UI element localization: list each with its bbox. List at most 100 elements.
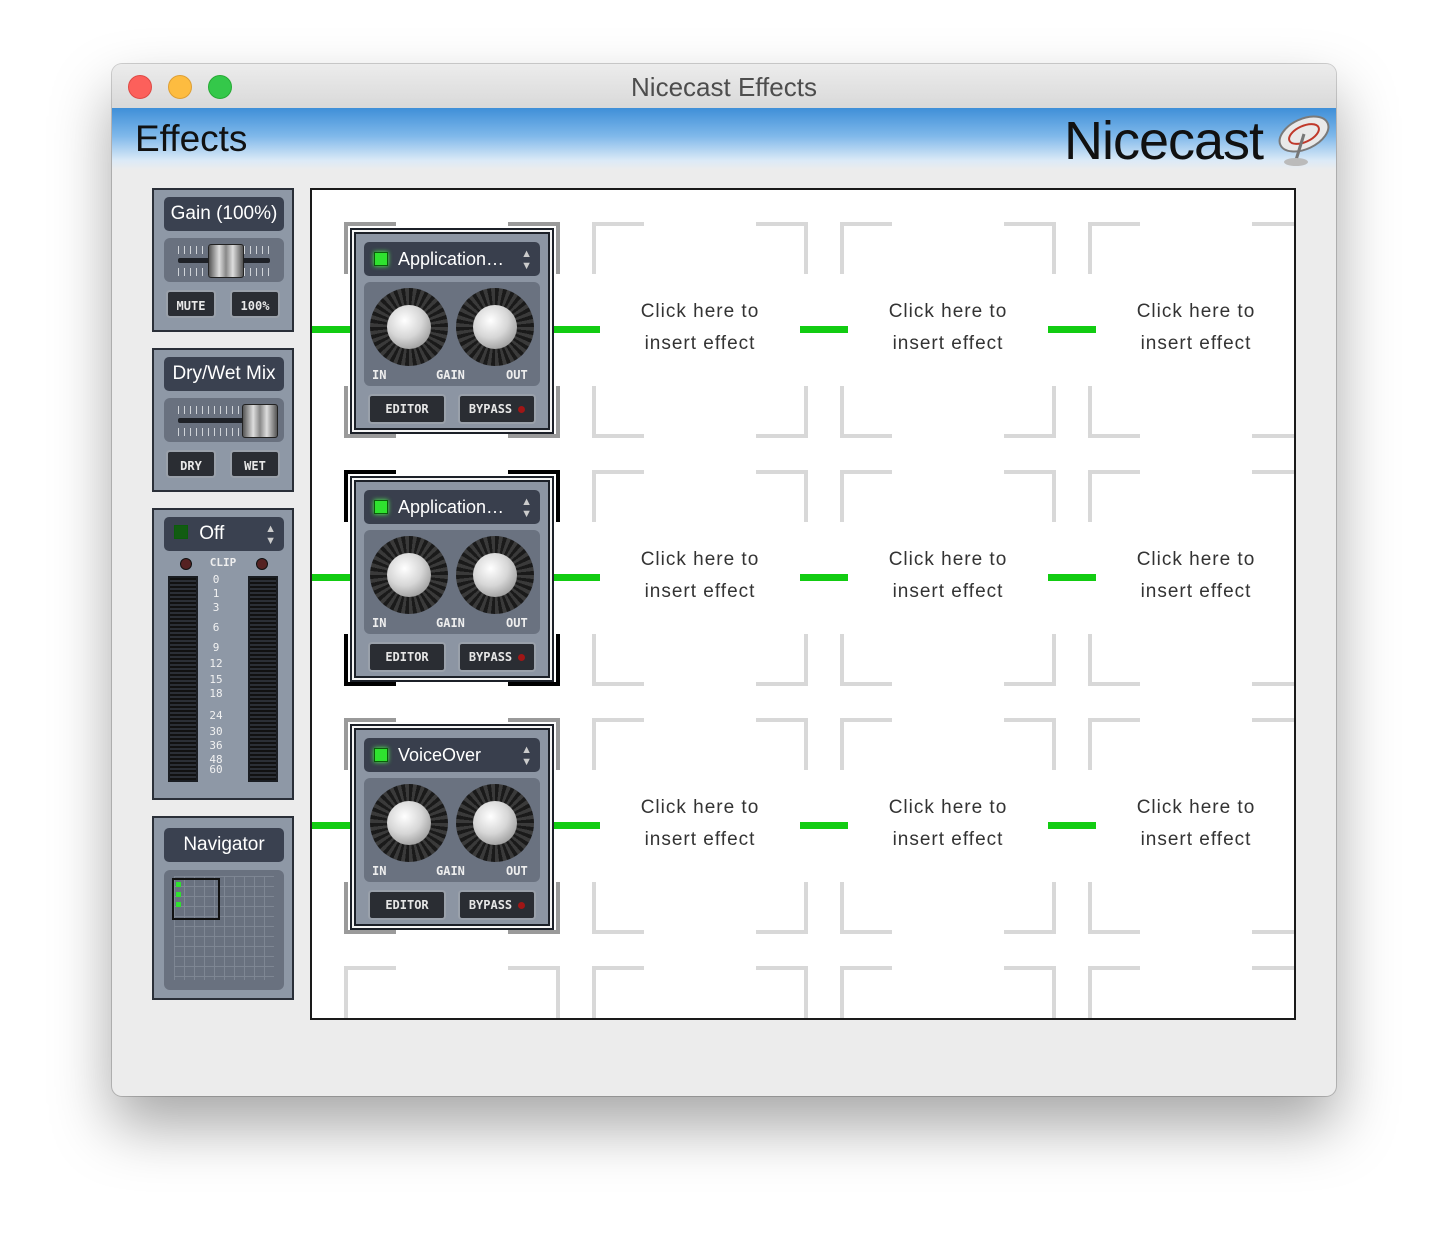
insert-effect-slot[interactable]: Click here to insert effect — [848, 544, 1048, 608]
meter-scale-label: 6 — [212, 621, 220, 634]
effect-name: Application… — [398, 249, 505, 269]
mix-slider-thumb[interactable] — [242, 404, 278, 438]
navigator-map[interactable] — [164, 870, 284, 990]
satellite-dish-icon — [1278, 115, 1330, 166]
output-gain-knob[interactable] — [456, 288, 534, 366]
slot-corner — [1252, 634, 1294, 686]
meter-scale-label: 30 — [209, 725, 223, 738]
select-arrows-icon: ▲ ▼ — [521, 496, 532, 520]
output-gain-knob[interactable] — [456, 536, 534, 614]
navigator-panel: Navigator — [152, 816, 294, 1000]
insert-effect-slot[interactable]: Click here to insert effect — [848, 792, 1048, 856]
insert-effect-slot[interactable]: Click here to insert effect — [848, 296, 1048, 360]
slot-corner — [592, 386, 644, 438]
slot-corner — [508, 966, 560, 1018]
effect-name: VoiceOver — [398, 745, 482, 765]
slot-corner — [840, 718, 892, 770]
title-bar[interactable]: Nicecast Effects — [112, 64, 1336, 109]
gain-label: GAIN — [436, 864, 465, 878]
bypass-label: BYPASS — [468, 898, 513, 912]
brand-logo-text: Nicecast — [1064, 111, 1264, 171]
effect-select[interactable]: Application… ▲ ▼ — [364, 242, 540, 276]
slot-corner — [592, 882, 644, 934]
bypass-led-icon — [518, 654, 526, 661]
input-gain-knob[interactable] — [370, 288, 448, 366]
effect-select[interactable]: Application… ▲ ▼ — [364, 490, 540, 524]
output-gain-knob[interactable] — [456, 784, 534, 862]
knob-cap — [387, 801, 431, 845]
insert-effect-slot[interactable]: Click here to insert effect — [600, 296, 800, 360]
editor-button[interactable]: EDITOR — [368, 642, 446, 672]
slot-corner — [840, 634, 892, 686]
bypass-led-icon — [518, 902, 526, 909]
effect-module: VoiceOver ▲ ▼ IN GAIN OUT EDITOR BYPASS — [352, 726, 552, 928]
effects-canvas[interactable]: Click here to insert effect Click here to i… — [310, 188, 1296, 1020]
meter-mode-select[interactable]: Off ▲ ▼ — [164, 517, 284, 551]
insert-line-1: Click here to — [848, 296, 1048, 328]
effects-window: Nicecast Effects Effects Nicecast Gain (… — [112, 64, 1336, 1096]
slot-corner — [1088, 718, 1140, 770]
effect-on-led-icon[interactable] — [374, 252, 388, 266]
meter-scale-label: 9 — [212, 641, 220, 654]
in-label: IN — [372, 368, 387, 382]
clip-led-left — [180, 558, 192, 570]
mix-slider[interactable] — [164, 398, 284, 442]
slot-corner — [1004, 222, 1056, 274]
clip-label: CLIP — [209, 556, 237, 569]
slot-corner — [1252, 718, 1294, 770]
slot-corner — [1252, 966, 1294, 1018]
insert-effect-slot[interactable]: Click here to insert effect — [600, 792, 800, 856]
slot-corner — [1252, 386, 1294, 438]
mix-title: Dry/Wet Mix — [164, 357, 284, 391]
wet-button[interactable]: WET — [230, 450, 280, 478]
effects-header: Effects Nicecast — [112, 108, 1336, 171]
in-label: IN — [372, 864, 387, 878]
bypass-label: BYPASS — [468, 650, 513, 664]
effect-on-led-icon[interactable] — [374, 748, 388, 762]
gain-slider[interactable] — [164, 238, 284, 282]
gain-label: GAIN — [436, 616, 465, 630]
gain-100-button[interactable]: 100% — [230, 290, 280, 318]
mute-button[interactable]: MUTE — [166, 290, 216, 318]
insert-line-2: insert effect — [1096, 328, 1294, 360]
slot-corner — [1252, 222, 1294, 274]
bypass-led-icon — [518, 406, 526, 413]
window-title: Nicecast Effects — [631, 72, 817, 102]
insert-line-1: Click here to — [600, 792, 800, 824]
slot-corner — [592, 718, 644, 770]
slot-corner — [592, 222, 644, 274]
effect-module: Application… ▲ ▼ IN GAIN OUT EDITOR BYPASS — [352, 478, 552, 680]
editor-button[interactable]: EDITOR — [368, 890, 446, 920]
meter-panel: Off ▲ ▼ CLIP 0 1 3 6 9 12 15 18 24 30 36 48 60 — [152, 508, 294, 800]
slot-corner — [1088, 634, 1140, 686]
meter-scale-label: 1 — [212, 587, 220, 600]
input-gain-knob[interactable] — [370, 784, 448, 862]
insert-effect-slot[interactable]: Click here to insert effect — [1096, 792, 1294, 856]
page-title: Effects — [135, 118, 248, 159]
bypass-button[interactable]: BYPASS — [458, 642, 536, 672]
gain-title: Gain (100%) — [164, 197, 284, 231]
insert-line-1: Click here to — [600, 296, 800, 328]
dry-button[interactable]: DRY — [166, 450, 216, 478]
input-gain-knob[interactable] — [370, 536, 448, 614]
effect-select[interactable]: VoiceOver ▲ ▼ — [364, 738, 540, 772]
slot-corner — [1088, 386, 1140, 438]
slot-corner — [756, 966, 808, 1018]
slot-corner — [756, 882, 808, 934]
insert-effect-slot[interactable]: Click here to insert effect — [600, 544, 800, 608]
bypass-button[interactable]: BYPASS — [458, 890, 536, 920]
out-label: OUT — [506, 616, 528, 630]
effect-on-led-icon[interactable] — [374, 500, 388, 514]
slot-corner — [756, 634, 808, 686]
insert-effect-slot[interactable]: Click here to insert effect — [1096, 296, 1294, 360]
gain-slider-thumb[interactable] — [208, 244, 244, 278]
slot-frame — [344, 966, 560, 1018]
insert-line-1: Click here to — [1096, 544, 1294, 576]
mix-panel: Dry/Wet Mix DRY WET — [152, 348, 294, 492]
slot-corner — [756, 386, 808, 438]
bypass-button[interactable]: BYPASS — [458, 394, 536, 424]
meter-mode-label: Off — [199, 523, 225, 544]
editor-button[interactable]: EDITOR — [368, 394, 446, 424]
insert-effect-slot[interactable]: Click here to insert effect — [1096, 544, 1294, 608]
slot-corner — [592, 634, 644, 686]
